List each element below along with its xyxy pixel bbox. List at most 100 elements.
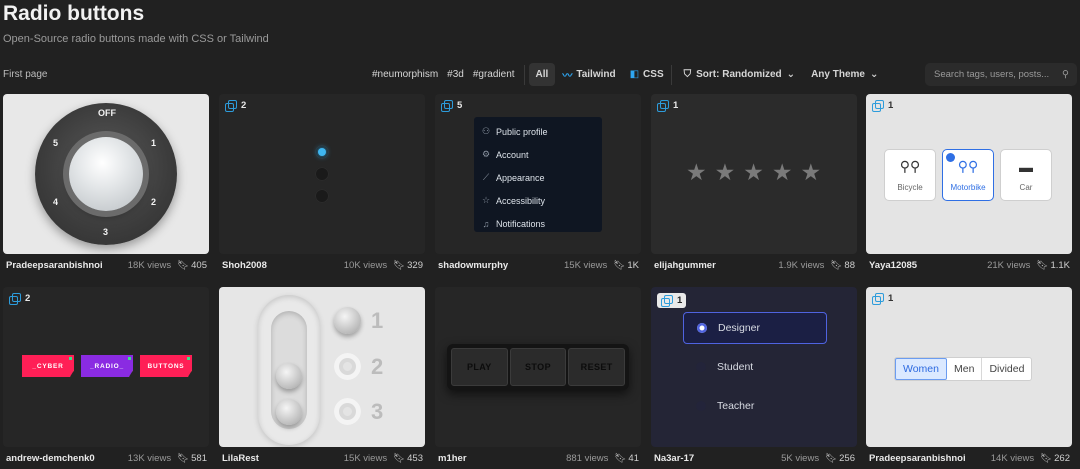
radio-option-1[interactable]: 1 <box>334 307 383 334</box>
variants-icon <box>225 100 237 112</box>
card-preview[interactable]: 1 ★ ★ ★ ★ ★ <box>651 94 857 254</box>
menu-item-accessibility[interactable]: ☆ Accessibility <box>474 189 602 212</box>
radio-option-cyber[interactable]: _CYBER <box>22 355 74 377</box>
knob-label-4[interactable]: 4 <box>53 197 58 207</box>
radio-option-student[interactable]: Student <box>683 351 827 383</box>
author-name[interactable]: shadowmurphy <box>438 260 508 271</box>
reset-button[interactable]: RESET <box>568 348 626 386</box>
author-name[interactable]: m1her <box>438 453 467 464</box>
segment-women[interactable]: Women <box>895 358 947 380</box>
radio-option-2[interactable] <box>315 167 329 181</box>
menu-item-notifications[interactable]: ♫ Notifications <box>474 212 602 235</box>
author-name[interactable]: Shoh2008 <box>222 260 267 271</box>
star-icon[interactable]: ★ <box>715 161 736 184</box>
card-preview[interactable]: 1 Designer Student Teacher <box>651 287 857 447</box>
save-button[interactable]: 🔖︎ 262 <box>1040 453 1070 464</box>
radio-option-3[interactable]: 3 <box>334 398 383 425</box>
sort-dropdown[interactable]: ⛉ Sort: Randomized ⌄ <box>676 69 803 80</box>
card-preview[interactable]: 1 ⚲⚲ Bicycle ⚲⚲ Motorbike ▬ Car <box>866 94 1072 254</box>
search-input[interactable] <box>934 69 1052 80</box>
star-icon[interactable]: ★ <box>772 161 793 184</box>
card-menu[interactable]: 5 ⚇ Public profile ⚙ Account ⟋ Appearance ☆… <box>435 94 641 271</box>
save-button[interactable]: 🔖︎ 453 <box>393 453 423 464</box>
save-button[interactable]: 🔖︎ 41 <box>614 453 639 464</box>
slider-ball[interactable] <box>276 399 302 425</box>
knob-label-off[interactable]: OFF <box>98 108 116 118</box>
knob-label-3[interactable]: 3 <box>103 227 108 237</box>
radio-option-1[interactable] <box>315 145 329 159</box>
card-segmented[interactable]: 1 Women Men Divided Pradeepsaranbishnoi … <box>866 287 1072 464</box>
card-cyber[interactable]: 2 _CYBER _RADIO_ BUTTONS andrew-demchenk… <box>3 287 209 464</box>
card-preview[interactable]: 5 ⚇ Public profile ⚙ Account ⟋ Appearance ☆… <box>435 94 641 254</box>
save-button[interactable]: 🔖︎ 1K <box>613 260 639 271</box>
card-media-controls[interactable]: PLAY STOP RESET m1her 881 views 🔖︎ 41 <box>435 287 641 464</box>
filter-all-button[interactable]: All <box>528 63 556 86</box>
filter-tailwind-button[interactable]: 〰 Tailwind <box>555 63 622 86</box>
radio-ball[interactable] <box>334 307 361 334</box>
author-name[interactable]: andrew-demchenk0 <box>6 453 95 464</box>
filter-css-button[interactable]: ◧ CSS <box>623 63 671 86</box>
knob-label-1[interactable]: 1 <box>151 138 156 148</box>
play-button[interactable]: PLAY <box>451 348 508 386</box>
star-icon[interactable]: ★ <box>743 161 764 184</box>
card-preview[interactable]: 1 2 3 <box>219 287 425 447</box>
radio-ring[interactable] <box>334 353 361 380</box>
card-preview[interactable]: OFF 1 2 3 4 5 <box>3 94 209 254</box>
save-button[interactable]: 🔖︎ 256 <box>825 453 855 464</box>
search-icon[interactable]: ⚲ <box>1062 69 1069 80</box>
stop-button[interactable]: STOP <box>509 348 567 386</box>
search-box[interactable]: ⚲ <box>925 63 1077 86</box>
card-preview[interactable]: 1 Women Men Divided <box>866 287 1072 447</box>
radio-option-bicycle[interactable]: ⚲⚲ Bicycle <box>884 149 936 201</box>
card-preview[interactable]: PLAY STOP RESET <box>435 287 641 447</box>
theme-dropdown[interactable]: Any Theme ⌄ <box>803 69 886 80</box>
knob-handle[interactable] <box>69 137 143 211</box>
option-label: 3 <box>371 398 384 424</box>
card-preview[interactable]: 2 <box>219 94 425 254</box>
star-icon[interactable]: ★ <box>686 161 707 184</box>
radio-option-3[interactable] <box>315 189 329 203</box>
radio-option-designer[interactable]: Designer <box>683 312 827 344</box>
author-name[interactable]: elijahgummer <box>654 260 716 271</box>
star-icon[interactable]: ★ <box>801 161 822 184</box>
radio-option-motorbike[interactable]: ⚲⚲ Motorbike <box>942 149 994 201</box>
radio-option-radio[interactable]: _RADIO_ <box>81 355 133 377</box>
menu-item-account[interactable]: ⚙ Account <box>474 143 602 166</box>
radio-option-buttons[interactable]: BUTTONS <box>140 355 192 377</box>
bookmark-icon: 🔖︎ <box>825 452 838 464</box>
card-preview[interactable]: 2 _CYBER _RADIO_ BUTTONS <box>3 287 209 447</box>
card-roles[interactable]: 1 Designer Student Teacher Na3ar-17 5K v… <box>651 287 857 464</box>
menu-item-public-profile[interactable]: ⚇ Public profile <box>474 120 602 143</box>
radio-option-car[interactable]: ▬ Car <box>1000 149 1052 201</box>
radio-option-2[interactable]: 2 <box>334 353 383 380</box>
card-vehicles[interactable]: 1 ⚲⚲ Bicycle ⚲⚲ Motorbike ▬ Car Yaya12085 2… <box>866 94 1072 271</box>
author-name[interactable]: Pradeepsaranbishnoi <box>869 453 966 464</box>
card-knob[interactable]: OFF 1 2 3 4 5 Pradeepsaranbishnoi 18K vi… <box>3 94 209 271</box>
rotary-radio-dial[interactable]: OFF 1 2 3 4 5 <box>35 103 177 245</box>
segment-men[interactable]: Men <box>947 358 983 380</box>
author-name[interactable]: Pradeepsaranbishnoi <box>6 260 103 271</box>
knob-label-2[interactable]: 2 <box>151 197 156 207</box>
card-glow-dots[interactable]: 2 Shoh2008 10K views 🔖︎ 329 <box>219 94 425 271</box>
save-button[interactable]: 🔖︎ 1.1K <box>1036 260 1070 271</box>
save-button[interactable]: 🔖︎ 88 <box>830 260 855 271</box>
card-slider[interactable]: 1 2 3 LilaRest 15K views 🔖︎ 453 <box>219 287 425 464</box>
author-name[interactable]: Na3ar-17 <box>654 453 694 464</box>
card-stars[interactable]: 1 ★ ★ ★ ★ ★ elijahgummer 1.9K views 🔖︎ 88 <box>651 94 857 271</box>
segment-divided[interactable]: Divided <box>982 358 1031 380</box>
radio-ring[interactable] <box>334 398 361 425</box>
menu-item-appearance[interactable]: ⟋ Appearance <box>474 166 602 189</box>
author-name[interactable]: Yaya12085 <box>869 260 917 271</box>
tag-gradient[interactable]: #gradient <box>473 69 515 80</box>
radio-option-teacher[interactable]: Teacher <box>683 390 827 422</box>
tag-neumorphism[interactable]: #neumorphism <box>372 69 438 80</box>
save-button[interactable]: 🔖︎ 329 <box>393 260 423 271</box>
slider-ball[interactable] <box>276 363 302 389</box>
knob-label-5[interactable]: 5 <box>53 138 58 148</box>
tag-3d[interactable]: #3d <box>447 69 464 80</box>
author-name[interactable]: LilaRest <box>222 453 259 464</box>
slider-track[interactable] <box>258 295 320 445</box>
bell-icon: ♫ <box>482 218 490 229</box>
save-button[interactable]: 🔖︎ 581 <box>177 453 207 464</box>
save-button[interactable]: 🔖︎ 405 <box>177 260 207 271</box>
